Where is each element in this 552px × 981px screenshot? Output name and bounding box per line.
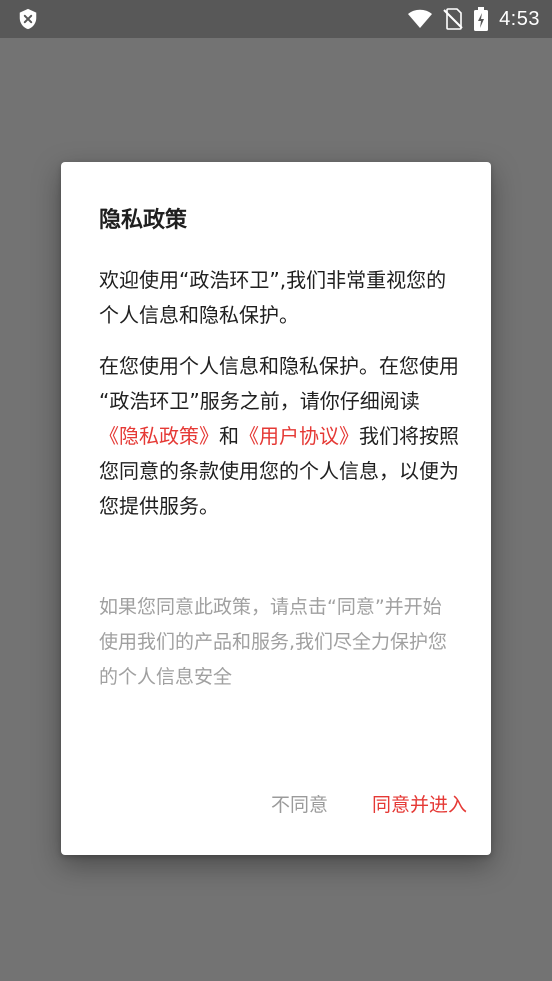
wifi-icon [408,9,433,29]
status-time: 4:53 [499,7,540,30]
shield-x-icon [19,8,37,30]
consent-hint: 如果您同意此政策，请点击“同意”并开始使用我们的产品和服务,我们尽全力保护您的个… [99,596,448,688]
agree-and-enter-button[interactable]: 同意并进入 [372,790,467,817]
policy-line-2: “政浩环卫”服务之前，请你仔细阅读 [99,389,420,413]
no-sim-icon [443,8,463,30]
dialog-body: 欢迎使用“政浩环卫”,我们非常重视您的个人信息和隐私保护。 在您使用个人信息和隐… [99,263,459,540]
status-icons: 4:53 [407,0,540,38]
dialog-title: 隐私政策 [99,208,188,233]
intro-text: 欢迎使用“政浩环卫”,我们非常重视您的个人信息和隐私保护。 [99,268,447,327]
status-bar: 4:53 [0,0,552,38]
battery-charging-icon [474,7,489,31]
disagree-button[interactable]: 不同意 [271,790,328,817]
and-text: 和 [219,424,239,448]
privacy-policy-dialog: 隐私政策 欢迎使用“政浩环卫”,我们非常重视您的个人信息和隐私保护。 在您使用个… [61,162,491,855]
user-agreement-link[interactable]: 《用户协议》 [239,424,359,448]
dialog-actions: 不同意 同意并进入 [271,790,467,817]
policy-paragraph: 在您使用个人信息和隐私保护。在您使用 “政浩环卫”服务之前，请你仔细阅读《隐私政… [99,349,459,524]
policy-line-1: 在您使用个人信息和隐私保护。在您使用 [99,354,459,378]
privacy-policy-link[interactable]: 《隐私政策》 [99,424,219,448]
